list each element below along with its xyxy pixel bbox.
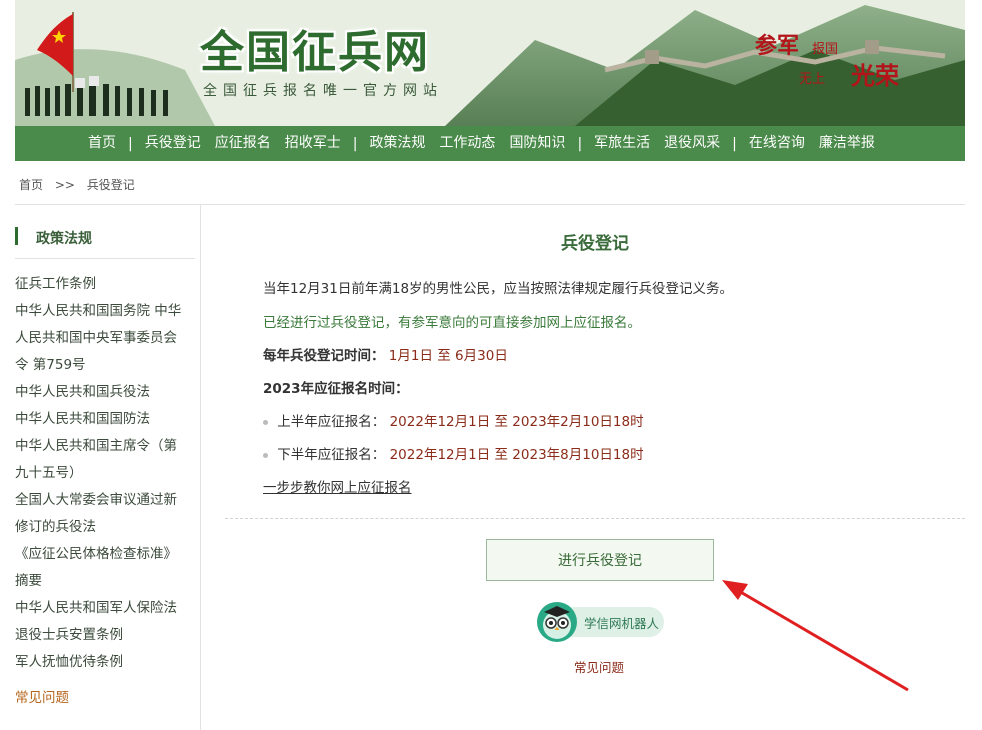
recruit-period-heading-text: 2023年应征报名时间： <box>263 381 409 397</box>
sidebar-item-veteran-placement[interactable]: 退役士兵安置条例 <box>15 622 195 649</box>
registration-period-label: 每年兵役登记时间： <box>263 348 385 364</box>
breadcrumb-separator: >> <box>54 178 75 192</box>
sidebar-item-physical-standard[interactable]: 摘要 <box>15 568 195 595</box>
nav-item-report[interactable]: 廉洁举报 <box>812 126 882 161</box>
second-half-recruit: 下半年应征报名： 2022年12月1日 至 2023年8月10日18时 <box>263 443 644 463</box>
sidebar-item-defense-law[interactable]: 中华人民共和国国防法 <box>15 406 195 433</box>
bullet-icon <box>263 419 268 425</box>
nav-separator: | <box>732 135 737 152</box>
sidebar-item-presidential-order[interactable]: 九十五号） <box>15 460 195 487</box>
sidebar-item-revised-law[interactable]: 修订的兵役法 <box>15 514 195 541</box>
breadcrumb: 首页 >> 兵役登记 <box>19 176 143 193</box>
nav-item-enlist[interactable]: 应征报名 <box>208 126 278 161</box>
nav-separator: | <box>352 135 358 152</box>
slogan-text-4: 光荣 <box>851 61 899 90</box>
main-content: 兵役登记 当年12月31日前年满18岁的男性公民，应当按照法律规定履行兵役登记义… <box>225 205 965 730</box>
registration-duty-text: 当年12月31日前年满18岁的男性公民，应当按照法律规定履行兵役登记义务。 <box>263 281 734 297</box>
sidebar-item-revised-law[interactable]: 全国人大常委会审议通过新 <box>15 487 195 514</box>
second-half-value: 2022年12月1日 至 2023年8月10日18时 <box>389 447 644 463</box>
sidebar: 政策法规 征兵工作条例 中华人民共和国国务院 中华 人民共和国中央军事委员会 令… <box>15 205 201 730</box>
sidebar-item-presidential-order[interactable]: 中华人民共和国主席令（第 <box>15 433 195 460</box>
first-half-value: 2022年12月1日 至 2023年2月10日18时 <box>389 414 644 430</box>
first-half-recruit: 上半年应征报名： 2022年12月1日 至 2023年2月10日18时 <box>263 410 644 430</box>
nav-item-registration[interactable]: 兵役登记 <box>138 126 208 161</box>
first-half-label: 上半年应征报名： <box>277 414 386 430</box>
registration-period-value: 1月1日 至 6月30日 <box>388 348 508 364</box>
sidebar-item-insurance-law[interactable]: 中华人民共和国军人保险法 <box>15 595 195 622</box>
direct-enlist-note: 已经进行过兵役登记，有参军意向的可直接参加网上应征报名。 <box>263 315 641 331</box>
second-half-label: 下半年应征报名： <box>277 447 386 463</box>
sidebar-item-physical-standard[interactable]: 《应征公民体格检查标准》 <box>15 541 195 568</box>
sidebar-item-order-759[interactable]: 中华人民共和国国务院 中华 <box>15 298 195 325</box>
bullet-icon <box>263 452 268 458</box>
slogan-text-3: 无上 <box>799 72 826 87</box>
dashed-divider <box>225 518 965 519</box>
sidebar-heading: 政策法规 <box>15 225 195 259</box>
breadcrumb-home[interactable]: 首页 <box>19 178 43 192</box>
robot-label: 学信网机器人 <box>584 616 660 631</box>
nav-item-news[interactable]: 工作动态 <box>432 126 502 161</box>
sidebar-item-order-759[interactable]: 人民共和国中央军事委员会 <box>15 325 195 352</box>
banner-slogan: 参军 报国 无上 光荣 <box>755 26 925 96</box>
sidebar-item-order-759[interactable]: 令 第759号 <box>15 352 195 379</box>
nav-item-military-life[interactable]: 军旅生活 <box>587 126 657 161</box>
nav-item-nco-recruit[interactable]: 招收军士 <box>278 126 348 161</box>
registration-period: 每年兵役登记时间： 1月1日 至 6月30日 <box>263 344 508 364</box>
nav-item-veterans[interactable]: 退役风采 <box>657 126 727 161</box>
heading-accent-bar <box>15 227 18 245</box>
nav-item-home[interactable]: 首页 <box>81 126 123 161</box>
site-banner: 全国征兵网 全国征兵报名唯一官方网站 参军 报国 无上 光荣 <box>15 0 965 126</box>
sidebar-heading-label: 政策法规 <box>36 231 92 247</box>
register-button[interactable]: 进行兵役登记 <box>486 539 714 581</box>
slogan-text-2: 报国 <box>812 42 839 57</box>
sidebar-item-military-service-law[interactable]: 中华人民共和国兵役法 <box>15 379 195 406</box>
nav-separator: | <box>128 135 133 152</box>
faq-link[interactable]: 常见问题 <box>225 657 973 676</box>
nav-item-policy[interactable]: 政策法规 <box>362 126 432 161</box>
slogan-text-1: 参军 <box>755 33 800 59</box>
robot-owl-icon <box>537 602 577 642</box>
main-nav: 首页 | 兵役登记 应征报名 招收军士 | 政策法规 工作动态 国防知识 | 军… <box>15 126 965 161</box>
site-title: 全国征兵网 <box>200 27 430 78</box>
enlist-guide-link[interactable]: 一步步教你网上应征报名 <box>263 476 412 496</box>
sidebar-item-pension-regulations[interactable]: 军人抚恤优待条例 <box>15 649 195 676</box>
breadcrumb-current: 兵役登记 <box>86 178 135 192</box>
nav-separator: | <box>577 135 583 152</box>
nav-item-defense-knowledge[interactable]: 国防知识 <box>502 126 572 161</box>
sidebar-item-recruit-regulations[interactable]: 征兵工作条例 <box>15 271 195 298</box>
sidebar-list: 征兵工作条例 中华人民共和国国务院 中华 人民共和国中央军事委员会 令 第759… <box>15 271 195 676</box>
sidebar-faq-link[interactable]: 常见问题 <box>15 686 69 706</box>
chsi-robot-button[interactable]: 学信网机器人 <box>536 601 666 645</box>
page-title: 兵役登记 <box>561 234 629 254</box>
site-subtitle: 全国征兵报名唯一官方网站 <box>203 83 443 99</box>
recruit-period-heading: 2023年应征报名时间： <box>263 377 409 397</box>
nav-item-consult[interactable]: 在线咨询 <box>742 126 812 161</box>
